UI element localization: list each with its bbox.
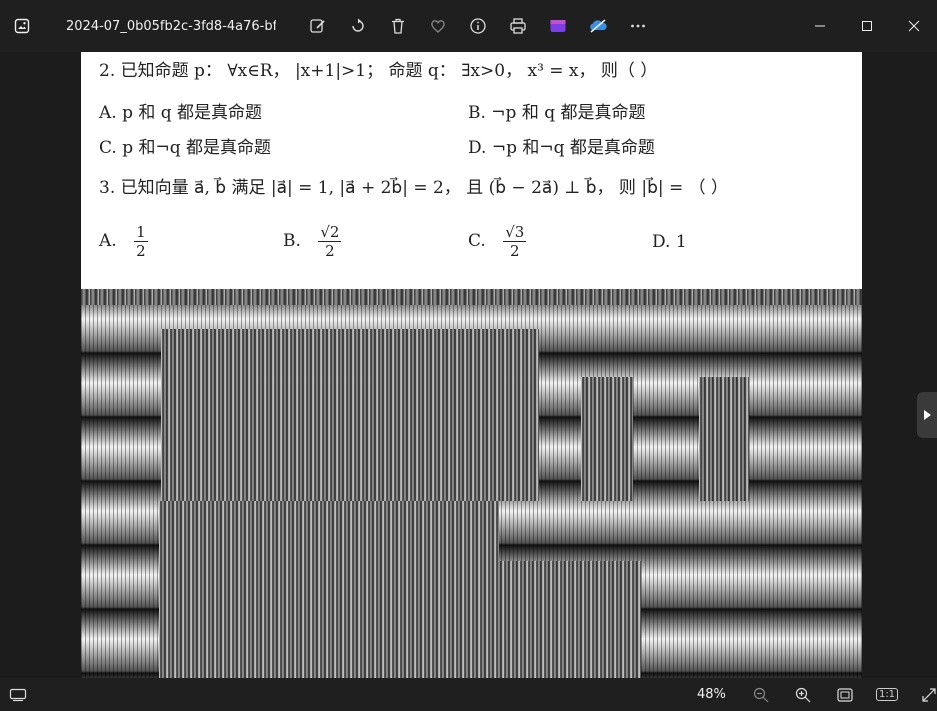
question-3-stem: 3. 已知向量 a⃗, b⃗ 满足 |a⃗| = 1, |a⃗ + 2b⃗| =… xyxy=(99,178,729,198)
zoom-level: 48% xyxy=(697,687,726,702)
question-3-option-a: A. 1 2 xyxy=(99,223,148,260)
option-label: A. xyxy=(99,231,117,251)
denominator: 2 xyxy=(325,242,335,260)
actual-size-label: 1:1 xyxy=(875,688,899,701)
filmstrip-icon[interactable] xyxy=(0,688,36,702)
fit-to-window-icon[interactable] xyxy=(824,678,866,711)
numerator: √2 xyxy=(318,223,342,242)
minimize-icon[interactable] xyxy=(796,0,843,52)
rotate-icon[interactable] xyxy=(338,8,378,44)
noise-block xyxy=(699,377,749,501)
maximize-icon[interactable] xyxy=(843,0,890,52)
zoom-out-icon[interactable] xyxy=(740,678,782,711)
close-icon[interactable] xyxy=(890,0,937,52)
fraction: √3 2 xyxy=(503,223,527,260)
fraction: 1 2 xyxy=(134,223,148,260)
noise-block xyxy=(159,501,499,561)
question-3-option-d: D. 1 xyxy=(652,232,687,252)
delete-icon[interactable] xyxy=(378,8,418,44)
option-label: B. xyxy=(283,231,301,251)
question-3-option-b: B. √2 2 xyxy=(283,223,342,260)
denominator: 2 xyxy=(136,242,146,260)
toolbar xyxy=(298,8,658,44)
numerator: 1 xyxy=(134,223,148,242)
document-image: 2. 已知命题 p： ∀x∈R， |x+1|>1； 命题 q： ∃x>0， x³… xyxy=(81,52,862,289)
question-2-option-a: A. p 和 q 都是真命题 xyxy=(99,103,263,123)
more-icon[interactable] xyxy=(618,8,658,44)
edit-icon[interactable] xyxy=(298,8,338,44)
window-title: 2024-07_0b05fb2c-3fd8-4a76-bf75... xyxy=(66,18,276,34)
favorite-icon[interactable] xyxy=(418,8,458,44)
zoom-in-icon[interactable] xyxy=(782,678,824,711)
image-viewer[interactable]: 2. 已知命题 p： ∀x∈R， |x+1|>1； 命题 q： ∃x>0， x³… xyxy=(0,52,937,678)
status-bar: 48% 1:1 xyxy=(0,678,937,711)
question-2-option-c: C. p 和¬q 都是真命题 xyxy=(99,138,272,158)
zoom-controls: 1:1 xyxy=(740,678,937,711)
title-bar: 2024-07_0b05fb2c-3fd8-4a76-bf75... xyxy=(0,0,937,52)
numerator: √3 xyxy=(503,223,527,242)
noise-block xyxy=(159,561,641,678)
noise-block xyxy=(161,329,539,501)
denominator: 2 xyxy=(510,242,520,260)
next-image-button[interactable] xyxy=(917,392,937,438)
question-2-option-d: D. ¬p 和¬q 都是真命题 xyxy=(468,138,655,158)
window-controls xyxy=(796,0,937,52)
option-label: C. xyxy=(468,231,486,251)
photos-app-icon xyxy=(0,0,44,52)
info-icon[interactable] xyxy=(458,8,498,44)
glitch-band xyxy=(81,289,862,305)
fullscreen-icon[interactable] xyxy=(908,678,937,711)
corrupted-image-region xyxy=(81,289,862,678)
fraction: √2 2 xyxy=(318,223,342,260)
onedrive-icon[interactable] xyxy=(578,8,618,44)
question-3-option-c: C. √3 2 xyxy=(468,223,527,260)
actual-size-icon[interactable]: 1:1 xyxy=(866,678,908,711)
question-2-option-b: B. ¬p 和 q 都是真命题 xyxy=(468,103,646,123)
noise-block xyxy=(581,377,633,501)
clipchamp-icon[interactable] xyxy=(538,8,578,44)
question-2-stem: 2. 已知命题 p： ∀x∈R， |x+1|>1； 命题 q： ∃x>0， x³… xyxy=(99,61,658,81)
print-icon[interactable] xyxy=(498,8,538,44)
